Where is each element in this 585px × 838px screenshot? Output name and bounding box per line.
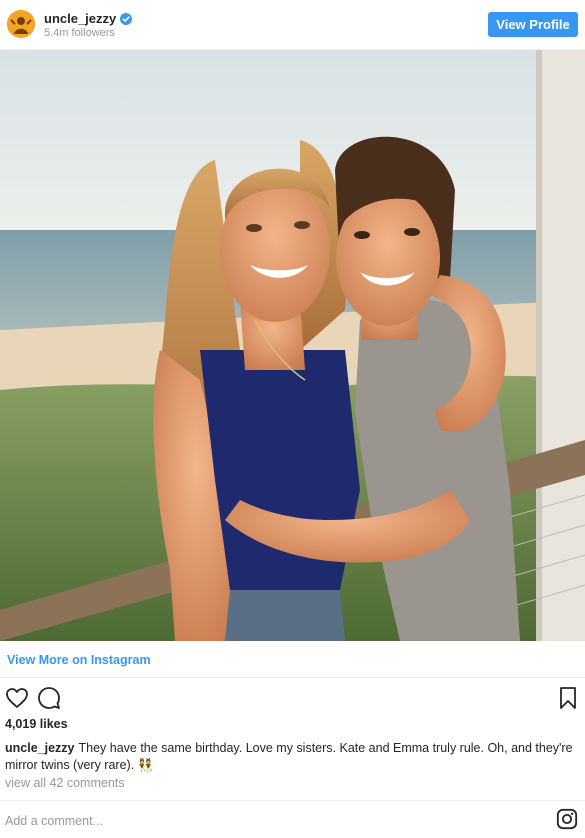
caption: uncle_jezzy They have the same birthday. … [5,740,575,774]
post-photo[interactable] [0,50,585,641]
heart-icon[interactable] [5,686,29,710]
username[interactable]: uncle_jezzy [44,11,116,26]
verified-badge-icon [120,12,133,25]
view-more-link[interactable]: View More on Instagram [7,653,151,667]
like-count[interactable]: 4,019 likes [5,717,68,731]
comment-icon[interactable] [37,686,61,710]
post-image [0,50,585,641]
caption-username[interactable]: uncle_jezzy [5,741,74,755]
caption-text: They have the same birthday. Love my sis… [5,741,573,772]
avatar-image [7,10,35,38]
avatar[interactable] [7,10,35,38]
view-profile-button[interactable]: View Profile [488,12,578,37]
bookmark-icon[interactable] [556,686,580,710]
username-row: uncle_jezzy [44,11,133,26]
follower-count: 5.4m followers [44,27,115,39]
post-header: uncle_jezzy 5.4m followers View Profile [0,0,585,50]
action-bar [0,686,585,710]
divider [0,800,585,801]
view-comments-link[interactable]: view all 42 comments [5,776,125,790]
comment-input[interactable] [5,810,525,832]
instagram-logo-icon[interactable] [556,808,578,830]
divider [0,677,585,678]
